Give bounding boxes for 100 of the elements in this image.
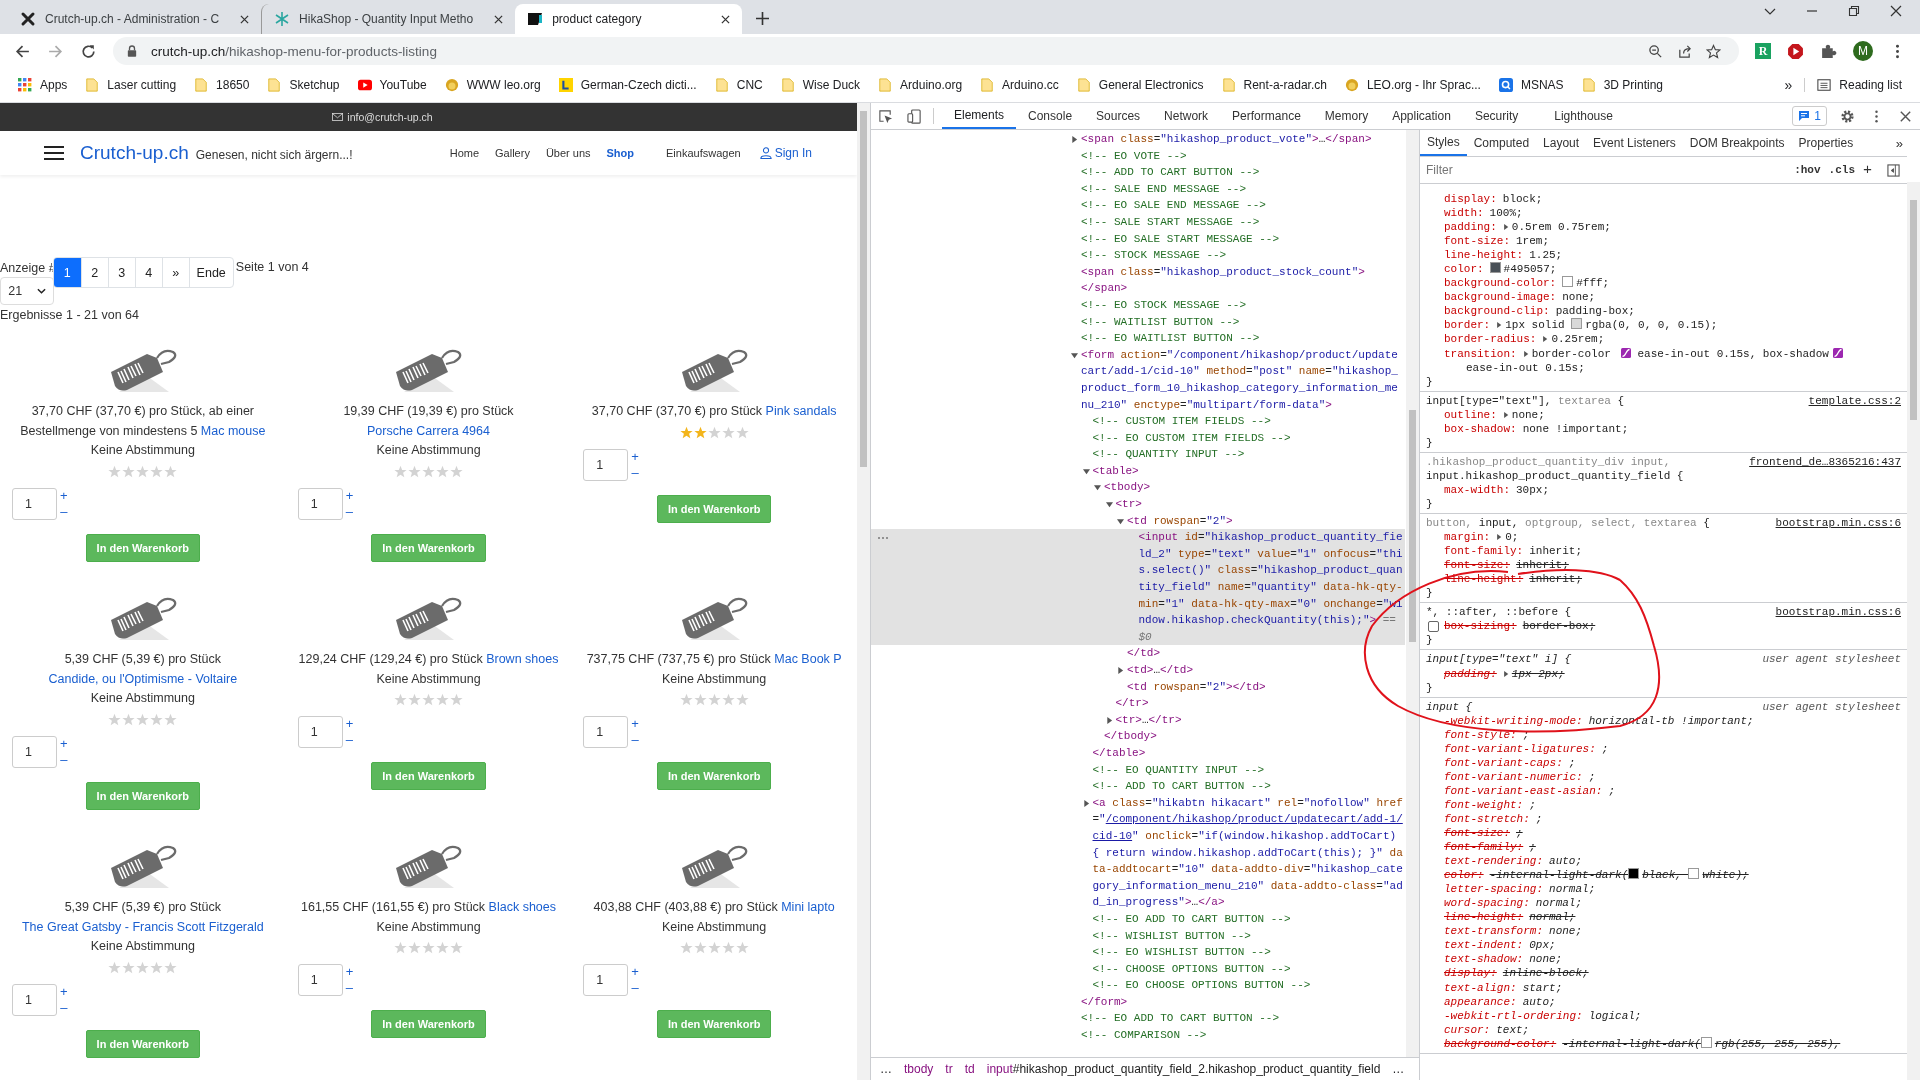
css-value[interactable]: block; xyxy=(1502,193,1543,205)
address-bar[interactable]: crutch-up.ch/hikashop-menu-for-products-listing xyxy=(113,37,1739,65)
caret-icon[interactable] xyxy=(1105,716,1113,724)
bookmark[interactable]: General Electronics xyxy=(1068,78,1212,92)
caret-icon[interactable] xyxy=(1117,667,1124,674)
stylesheet-link[interactable]: template.css:2 xyxy=(1808,393,1901,408)
decrement-button[interactable]: – xyxy=(60,751,68,768)
inspect-icon[interactable] xyxy=(878,108,893,124)
css-value[interactable]: ; xyxy=(1608,784,1616,797)
breadcrumb[interactable]: tbody xyxy=(901,1062,937,1076)
css-property[interactable]: box-shadow: xyxy=(1444,422,1517,435)
product-link[interactable]: Porsche Carrera 4964 xyxy=(367,423,490,438)
css-value[interactable]: -internal-light-dark( xyxy=(1562,1037,1701,1050)
css-value[interactable]: #fff; xyxy=(1576,277,1610,290)
css-property[interactable]: text-rendering: xyxy=(1444,855,1544,868)
new-tab-icon[interactable] xyxy=(755,12,769,25)
selected-row[interactable] xyxy=(871,529,1405,646)
puzzle-icon[interactable] xyxy=(1820,42,1837,60)
stylesheet-link[interactable]: bootstrap.min.css:6 xyxy=(1775,516,1901,531)
css-property[interactable]: color: xyxy=(1444,263,1484,276)
code-line[interactable]: <!-- EO SALE END MESSAGE --> xyxy=(1081,197,1403,214)
caret-icon[interactable] xyxy=(1522,350,1529,357)
css-property[interactable]: -webkit-rtl-ordering: xyxy=(1444,1009,1583,1022)
styles-tab[interactable]: Computed xyxy=(1466,130,1537,156)
css-property[interactable]: font-family: xyxy=(1444,841,1524,854)
bookmark[interactable]: German-Czech dicti... xyxy=(550,78,705,92)
bookmark[interactable]: CNC xyxy=(706,78,771,92)
sign-in-link[interactable]: Sign In xyxy=(759,146,812,160)
easing-curve-icon[interactable] xyxy=(1621,347,1632,358)
css-value[interactable]: normal; xyxy=(1535,897,1583,910)
css-value[interactable]: auto; xyxy=(1522,995,1556,1008)
css-value[interactable]: 0.25rem; xyxy=(1551,333,1605,346)
close-icon[interactable] xyxy=(720,14,730,24)
caret-icon[interactable] xyxy=(1542,336,1549,343)
caret-icon[interactable] xyxy=(1071,136,1078,143)
css-value[interactable]: inherit; xyxy=(1529,573,1583,586)
product-link[interactable]: Mac mouse xyxy=(200,423,266,438)
code-line[interactable]: <td rowspan="2"></td> xyxy=(1127,678,1403,696)
code-line[interactable]: <table> xyxy=(1092,462,1403,480)
css-value[interactable]: 100%; xyxy=(1489,207,1523,220)
code-line[interactable]: <a class="hikabtn hikacart" rel="nofollow" href ="/component/hikashop/product/updatecart/add-1/cid-10" onclick="if(window.hikashop.addToCart) { return window.hikashop.addToCart(this); }" data-addtocart="10" data-addto-div="hikashop_category_information_menu_210" data-addto-class="add_in_progress">…</a> xyxy=(1092,794,1403,911)
css-property[interactable]: text-transform: xyxy=(1444,925,1544,938)
css-property[interactable]: text-shadow: xyxy=(1444,953,1524,966)
code-line[interactable]: <!-- SALE START MESSAGE --> xyxy=(1081,213,1403,231)
decrement-button[interactable]: – xyxy=(60,999,68,1016)
code-line[interactable]: <!-- ADD TO CART BUTTON --> xyxy=(1092,778,1403,795)
css-value[interactable]: -internal-light-dark( xyxy=(1489,869,1629,882)
css-property[interactable]: display: xyxy=(1444,967,1497,980)
css-property[interactable]: padding: xyxy=(1444,667,1497,680)
reload-icon[interactable] xyxy=(80,42,97,60)
css-property[interactable]: line-height: xyxy=(1444,911,1524,924)
caret-icon[interactable] xyxy=(1082,799,1090,807)
css-value[interactable]: 0.5rem 0.75rem; xyxy=(1511,221,1611,234)
css-property[interactable]: font-style: xyxy=(1444,728,1517,741)
css-value[interactable]: rgb(255, 255, 255), xyxy=(1714,1037,1841,1050)
product-link[interactable]: The Great Gatsby - Francis Scott Fitzgerald xyxy=(21,919,264,934)
css-property[interactable]: display: xyxy=(1444,193,1497,205)
product-link[interactable]: Mac Book P xyxy=(774,652,842,666)
css-property[interactable]: font-size: xyxy=(1444,559,1510,572)
product-link[interactable]: Mini lapto xyxy=(781,900,835,914)
cls-button[interactable]: .cls xyxy=(1828,164,1855,176)
css-value[interactable]: ; xyxy=(1601,742,1609,755)
devtools-tab[interactable]: Application xyxy=(1380,103,1463,129)
css-property[interactable]: font-family: xyxy=(1444,545,1524,558)
styles-tab[interactable]: DOM Breakpoints xyxy=(1682,130,1792,156)
devtools-tab[interactable]: Network xyxy=(1152,103,1221,129)
contact-email[interactable]: info@crutch-up.ch xyxy=(347,111,433,123)
quantity-field[interactable]: 1 xyxy=(583,448,629,481)
css-value[interactable]: inline-block; xyxy=(1502,967,1589,980)
site-brand[interactable]: Crutch-up.ch xyxy=(80,142,189,164)
css-property[interactable]: line-height: xyxy=(1444,573,1524,586)
css-value[interactable]: ease-in-out 0.15s; xyxy=(1466,361,1585,374)
css-property[interactable]: box-sizing: xyxy=(1444,620,1517,633)
styles-tab[interactable]: Properties xyxy=(1791,130,1861,156)
css-value[interactable]: ; xyxy=(1529,798,1536,811)
code-line[interactable]: <!-- EO WAITLIST BUTTON --> xyxy=(1081,330,1403,347)
bookmark[interactable]: MSNAS xyxy=(1490,78,1572,92)
css-value[interactable]: 1.25; xyxy=(1529,249,1563,262)
reading-list-button[interactable]: Reading list xyxy=(1804,78,1910,92)
breadcrumb[interactable]: tr xyxy=(942,1062,956,1076)
code-line[interactable]: <!-- COMPARISON --> xyxy=(1081,1027,1403,1044)
css-value[interactable]: 1px solid xyxy=(1505,319,1572,332)
css-value[interactable]: none !important; xyxy=(1522,422,1629,435)
css-property[interactable]: width: xyxy=(1444,207,1484,220)
code-line[interactable]: <tr> xyxy=(1115,496,1403,513)
code-line[interactable]: <!-- EO CHOOSE OPTIONS BUTTON --> xyxy=(1092,977,1403,994)
bookmark[interactable]: Wise Duck xyxy=(772,78,869,92)
css-property[interactable]: margin: xyxy=(1444,531,1491,544)
product-link[interactable]: Candide, ou l'Optimisme - Voltaire xyxy=(48,671,238,686)
css-value[interactable]: normal; xyxy=(1549,883,1596,896)
increment-button[interactable]: + xyxy=(60,735,68,752)
more-bookmarks-button[interactable]: » xyxy=(1774,77,1803,93)
css-property[interactable]: background-clip: xyxy=(1444,305,1550,318)
code-line[interactable]: <tbody> xyxy=(1104,479,1403,497)
caret-icon[interactable] xyxy=(1502,224,1509,231)
decrement-button[interactable]: – xyxy=(631,732,639,749)
css-value[interactable]: ; xyxy=(1568,756,1576,769)
css-value[interactable]: ; xyxy=(1588,770,1596,783)
page-link[interactable]: » xyxy=(161,258,189,287)
nav-link[interactable]: Gallery xyxy=(495,147,530,159)
